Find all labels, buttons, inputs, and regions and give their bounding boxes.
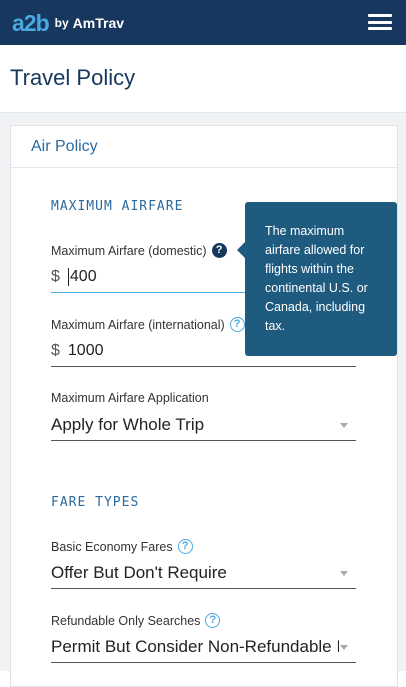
hamburger-icon[interactable]: [368, 14, 392, 30]
refundable-searches-value: Permit But Consider Non-Refundable I: [51, 637, 339, 656]
international-airfare-label: Maximum Airfare (international) ?: [51, 317, 245, 332]
help-icon[interactable]: ?: [229, 317, 245, 332]
text-cursor: [67, 268, 69, 286]
panel-title: Air Policy: [31, 138, 98, 155]
help-icon[interactable]: ?: [211, 243, 227, 258]
refundable-searches-label: Refundable Only Searches ?: [51, 613, 221, 628]
basic-economy-label-text: Basic Economy Fares: [51, 539, 173, 554]
logo-mark: a2b: [12, 9, 50, 36]
currency-symbol: $: [51, 268, 60, 285]
basic-economy-value: Offer But Don't Require: [51, 563, 227, 582]
airfare-application-label-text: Maximum Airfare Application: [51, 391, 209, 405]
airfare-application-label: Maximum Airfare Application: [51, 391, 209, 405]
chevron-down-icon: [340, 571, 348, 576]
currency-symbol: $: [51, 342, 60, 359]
chevron-down-icon: [340, 645, 348, 650]
panel-header: Air Policy: [11, 126, 397, 168]
refundable-searches-select[interactable]: Permit But Consider Non-Refundable I: [51, 632, 356, 663]
airfare-application-select[interactable]: Apply for Whole Trip: [51, 410, 356, 441]
domestic-airfare-label-text: Maximum Airfare (domestic): [51, 243, 207, 258]
help-icon[interactable]: ?: [205, 613, 221, 628]
international-airfare-input[interactable]: 1000: [68, 342, 104, 360]
section-heading-fare-types: FARE TYPES: [51, 495, 140, 510]
logo-brand: AmTrav: [72, 15, 125, 31]
top-nav-bar: a2b by AmTrav: [0, 0, 406, 45]
chevron-down-icon: [340, 423, 348, 428]
page-header: Travel Policy: [0, 45, 406, 113]
tooltip-arrow: [237, 242, 245, 258]
page-title: Travel Policy: [10, 65, 136, 90]
a2b-logo[interactable]: a2b by AmTrav: [12, 9, 124, 37]
international-airfare-label-text: Maximum Airfare (international): [51, 317, 225, 332]
refundable-searches-label-text: Refundable Only Searches: [51, 613, 201, 628]
help-icon[interactable]: ?: [177, 539, 193, 554]
airfare-application-value: Apply for Whole Trip: [51, 415, 205, 434]
logo-by: by: [54, 16, 69, 30]
domestic-airfare-label: Maximum Airfare (domestic) ?: [51, 243, 227, 258]
basic-economy-label: Basic Economy Fares ?: [51, 539, 193, 554]
help-tooltip: The maximum airfare allowed for flights …: [237, 202, 397, 356]
domestic-airfare-input[interactable]: 400: [70, 268, 97, 286]
section-heading-maximum-airfare: MAXIMUM AIRFARE: [51, 199, 184, 214]
tooltip-text: The maximum airfare allowed for flights …: [265, 224, 368, 333]
basic-economy-select[interactable]: Offer But Don't Require: [51, 558, 356, 589]
